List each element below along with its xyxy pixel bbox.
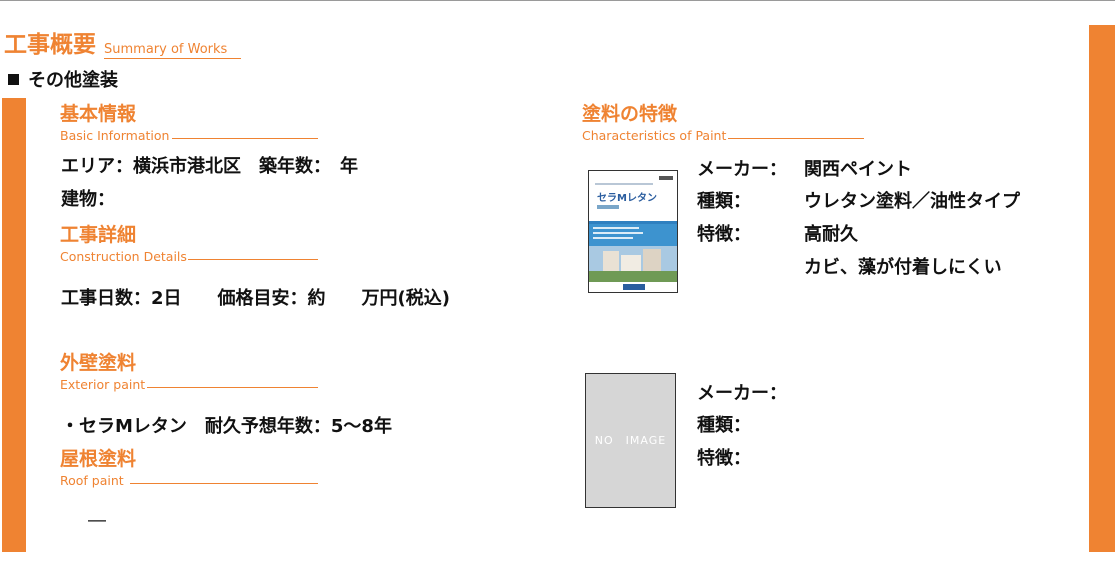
roof-heading: 屋根塗料 <box>60 448 137 470</box>
no-image-label: NO IMAGE <box>594 434 667 447</box>
basic-info-subheading: Basic Information <box>60 128 170 143</box>
roof-rule <box>130 483 318 484</box>
paint-subheading: Characteristics of Paint <box>582 128 727 143</box>
area-line: エリア：横浜市港北区 築年数： 年 <box>61 156 358 177</box>
square-bullet-icon <box>8 74 19 85</box>
top-divider <box>0 0 1115 1</box>
exterior-heading: 外壁塗料 <box>60 352 137 374</box>
construction-subheading: Construction Details <box>60 249 187 264</box>
construction-heading: 工事詳細 <box>60 224 137 246</box>
page-title: 工事概要 <box>4 32 96 58</box>
maker-label: メーカー： <box>697 159 787 180</box>
no-image-placeholder: NO IMAGE <box>585 373 676 508</box>
exterior-rule <box>147 387 318 388</box>
catalog-cover-illustration: セラMレタン <box>589 171 677 292</box>
feature-label-2: 特徴： <box>697 448 751 469</box>
paint-catalog-image: セラMレタン <box>588 170 678 293</box>
feature-value-1: 高耐久 <box>804 224 858 245</box>
schedule-price-line: 工事日数：2日 価格目安：約 万円(税込) <box>61 288 450 309</box>
construction-rule <box>188 259 318 260</box>
roof-subheading: Roof paint <box>60 473 124 488</box>
type-value: ウレタン塗料／油性タイプ <box>804 191 1020 212</box>
type-label-2: 種類： <box>697 415 751 436</box>
maker-label-2: メーカー： <box>697 383 787 404</box>
catalog-title: セラMレタン <box>597 192 657 204</box>
paint-rule <box>728 138 864 139</box>
building-line: 建物： <box>61 189 115 210</box>
left-accent-bar <box>2 98 26 552</box>
maker-value: 関西ペイント <box>804 159 912 180</box>
right-accent-bar <box>1089 25 1115 552</box>
basic-info-rule <box>172 138 318 139</box>
section-label: その他塗装 <box>28 70 118 91</box>
section-heading: その他塗装 <box>8 69 118 93</box>
roof-paint-line: ― <box>88 510 106 531</box>
exterior-paint-line: ・セラMレタン 耐久予想年数：5〜8年 <box>61 416 392 437</box>
basic-info-heading: 基本情報 <box>60 103 137 125</box>
feature-label: 特徴： <box>697 224 751 245</box>
page-subtitle: Summary of Works <box>104 42 242 59</box>
feature-value-2: カビ、藻が付着しにくい <box>804 257 1002 278</box>
type-label: 種類： <box>697 191 751 212</box>
paint-heading: 塗料の特徴 <box>582 103 678 125</box>
exterior-subheading: Exterior paint <box>60 377 146 392</box>
